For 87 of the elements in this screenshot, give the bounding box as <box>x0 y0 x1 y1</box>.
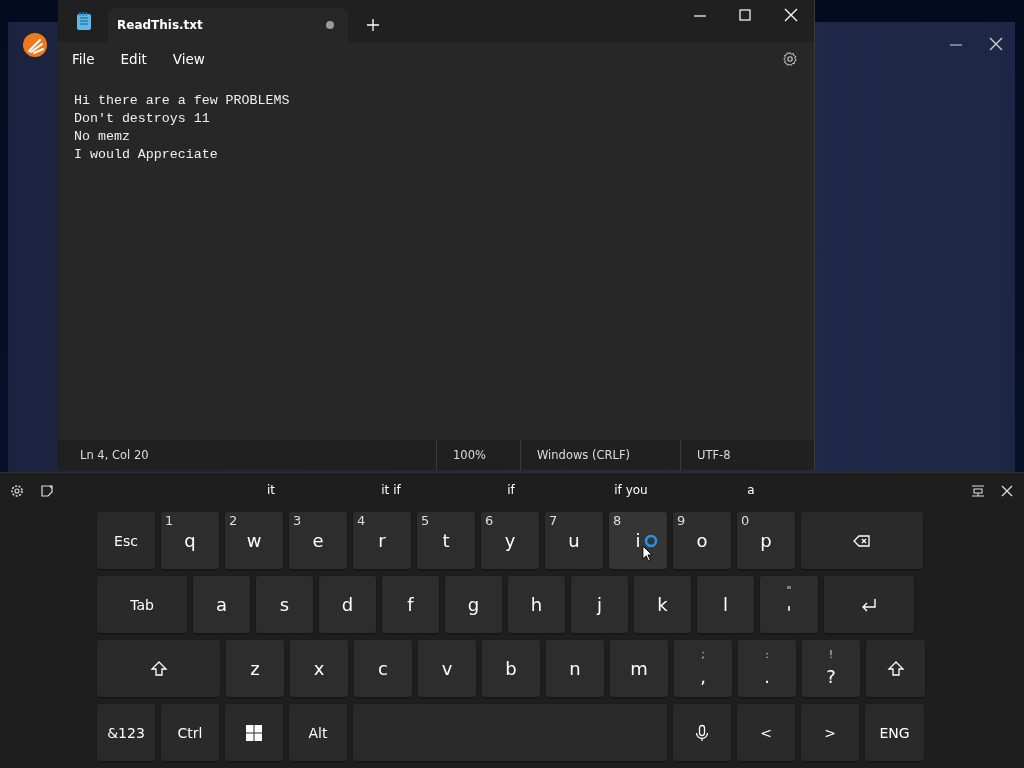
number-hint: 6 <box>485 513 494 528</box>
letter-key[interactable]: 1 q <box>161 512 219 569</box>
menu-item[interactable]: View <box>172 47 217 71</box>
letter-key[interactable]: 0 p <box>737 512 795 569</box>
alt-character: ; <box>700 648 706 661</box>
status-text: UTF-8 <box>697 448 731 462</box>
notepad-icon <box>74 11 94 31</box>
letter-key[interactable]: c <box>354 640 412 697</box>
punctuation-key[interactable]: : . <box>738 640 796 697</box>
number-hint: 2 <box>229 513 238 528</box>
letter-key[interactable]: k <box>634 576 691 633</box>
word-suggestion[interactable]: if <box>507 483 515 497</box>
new-tab-icon[interactable] <box>366 18 380 32</box>
app-logo-icon <box>22 32 48 58</box>
letter-key[interactable]: 5 t <box>417 512 475 569</box>
letter-key[interactable]: g <box>445 576 502 633</box>
punctuation-key[interactable]: ! ? <box>802 640 860 697</box>
status-text: Windows (CRLF) <box>537 448 630 462</box>
letter-key[interactable]: x <box>290 640 348 697</box>
file-tab[interactable]: ReadThis.txt <box>108 8 348 42</box>
punctuation-key[interactable]: " ' <box>760 576 818 633</box>
text-line: Hi there are a few PROBLEMS <box>74 92 290 110</box>
status-text: 100% <box>453 448 486 462</box>
sticker-icon[interactable] <box>40 484 54 498</box>
alt-character: " <box>785 584 793 597</box>
menu-item[interactable]: Edit <box>120 47 159 71</box>
letter-key[interactable]: f <box>382 576 439 633</box>
word-suggestion[interactable]: if you <box>614 483 648 497</box>
alt-character: : <box>764 648 770 661</box>
menu-item[interactable]: File <box>72 47 107 71</box>
function-key[interactable]: < <box>737 704 795 761</box>
number-hint: 3 <box>293 513 302 528</box>
maximize-icon[interactable] <box>738 8 752 22</box>
word-suggestion[interactable]: a <box>747 483 755 497</box>
letter-key[interactable]: v <box>418 640 476 697</box>
letter-key[interactable]: b <box>482 640 540 697</box>
function-key[interactable]: &123 <box>97 704 155 761</box>
status-text: Ln 4, Col 20 <box>80 448 149 462</box>
settings-icon[interactable] <box>10 484 24 498</box>
letter-key[interactable]: 9 o <box>673 512 731 569</box>
dock-icon[interactable] <box>971 484 985 498</box>
settings-icon[interactable] <box>782 51 798 67</box>
word-suggestion[interactable]: it <box>267 483 275 497</box>
function-key[interactable]: > <box>801 704 859 761</box>
pointer-icon <box>642 545 653 562</box>
number-hint: 8 <box>613 513 622 528</box>
number-hint: 4 <box>357 513 366 528</box>
number-hint: 0 <box>741 513 750 528</box>
letter-key[interactable]: 8 i <box>609 512 667 569</box>
letter-key[interactable]: 4 r <box>353 512 411 569</box>
windows-logo-icon <box>245 723 263 742</box>
text-editor[interactable]: Hi there are a few PROBLEMS Don't destroys 11 No memz I would Appreciate <box>58 76 814 440</box>
function-key[interactable]: Tab <box>97 576 187 633</box>
number-hint: 7 <box>549 513 558 528</box>
function-key[interactable]: Ctrl <box>161 704 219 761</box>
letter-key[interactable]: 3 e <box>289 512 347 569</box>
text-line: I would Appreciate <box>74 146 218 164</box>
shift-icon <box>886 659 905 678</box>
microphone-key[interactable] <box>673 704 731 761</box>
letter-key[interactable]: a <box>193 576 250 633</box>
letter-key[interactable]: 2 w <box>225 512 283 569</box>
letter-key[interactable]: l <box>697 576 754 633</box>
function-key[interactable]: Alt <box>289 704 347 761</box>
letter-key[interactable]: d <box>319 576 376 633</box>
letter-key[interactable]: s <box>256 576 313 633</box>
close-icon[interactable] <box>1000 484 1014 498</box>
alt-character: ! <box>827 648 835 661</box>
word-suggestion[interactable]: it if <box>381 483 401 497</box>
letter-key[interactable]: h <box>508 576 565 633</box>
letter-key[interactable]: 6 y <box>481 512 539 569</box>
letter-key[interactable]: j <box>571 576 628 633</box>
shift-key[interactable] <box>866 640 925 697</box>
function-key[interactable]: Esc <box>97 512 155 569</box>
number-hint: 1 <box>165 513 174 528</box>
function-key[interactable]: ENG <box>865 704 924 761</box>
letter-key[interactable]: 7 u <box>545 512 603 569</box>
letter-key[interactable]: m <box>610 640 668 697</box>
number-hint: 9 <box>677 513 686 528</box>
text-line: No memz <box>74 128 130 146</box>
punctuation-key[interactable]: ; , <box>674 640 732 697</box>
number-hint: 5 <box>421 513 430 528</box>
letter-key[interactable]: z <box>226 640 284 697</box>
shift-icon <box>149 659 168 678</box>
microphone-icon <box>693 723 711 742</box>
windows-key[interactable] <box>225 704 283 761</box>
letter-key[interactable]: n <box>546 640 604 697</box>
text-line: Don't destroys 11 <box>74 110 210 128</box>
